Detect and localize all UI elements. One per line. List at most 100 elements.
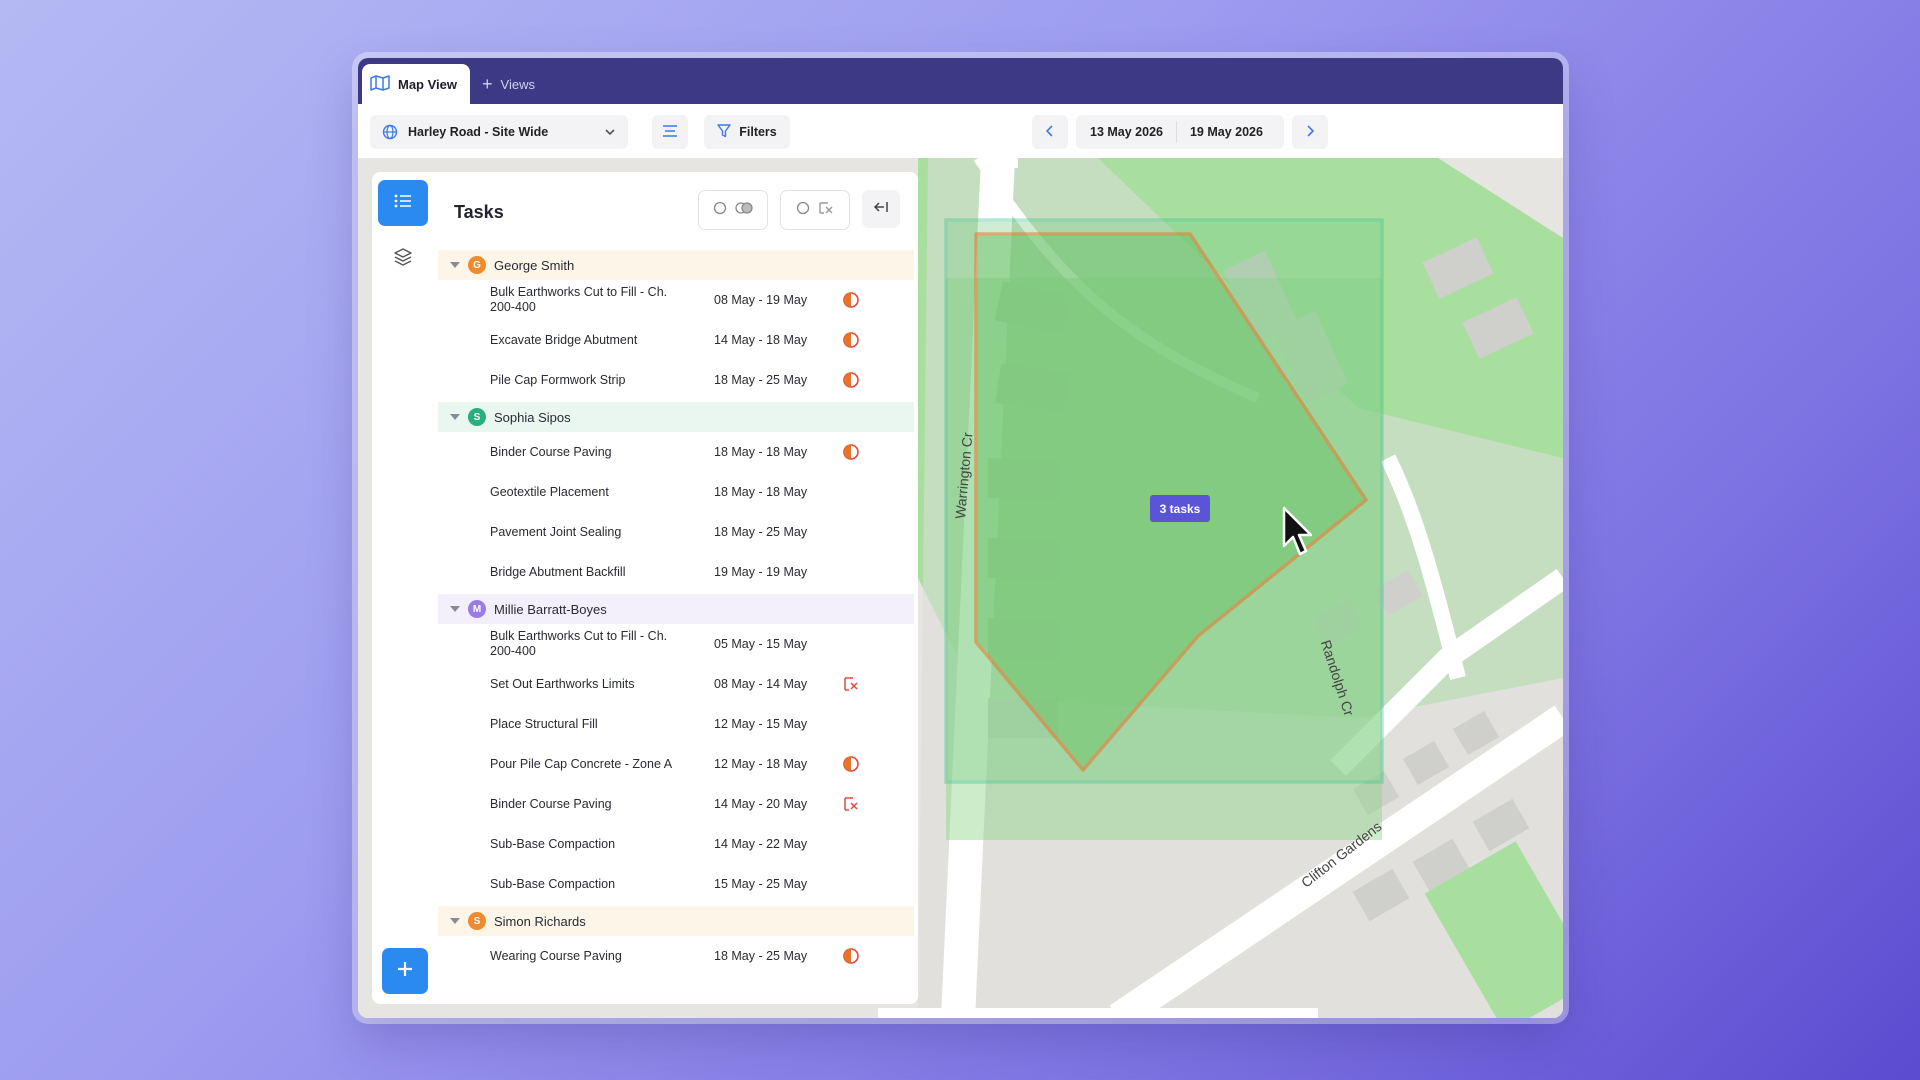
task-row[interactable]: Bulk Earthworks Cut to Fill - Ch. 200-40… <box>438 282 914 318</box>
avatar: G <box>468 256 486 274</box>
task-name: Pile Cap Formwork Strip <box>490 372 626 387</box>
tasks-list-button[interactable] <box>378 180 428 226</box>
globe-icon <box>382 124 398 140</box>
task-dates: 05 May - 15 May <box>714 637 808 651</box>
group-header-sophia-sipos[interactable]: S Sophia Sipos <box>438 402 914 432</box>
panel-title: Tasks <box>454 202 504 222</box>
task-dates: 19 May - 19 May <box>714 565 808 579</box>
task-name: Geotextile Placement <box>490 484 609 499</box>
tab-views[interactable]: + Views <box>482 64 535 104</box>
task-row[interactable]: Place Structural Fill 12 May - 15 May <box>438 706 914 742</box>
task-row[interactable]: Geotextile Placement 18 May - 18 May <box>438 474 914 510</box>
avatar: M <box>468 600 486 618</box>
caret-down-icon <box>450 918 460 924</box>
group-name: Sophia Sipos <box>494 409 571 425</box>
task-dates: 18 May - 18 May <box>714 485 808 499</box>
task-dates: 18 May - 25 May <box>714 525 808 539</box>
task-dates: 18 May - 18 May <box>714 445 808 459</box>
tab-label: Map View <box>398 76 458 92</box>
tab-label: Views <box>500 76 535 92</box>
task-dates: 14 May - 18 May <box>714 333 808 347</box>
filter-icon <box>717 123 731 141</box>
filters-button[interactable]: Filters <box>704 115 790 149</box>
previous-date-button[interactable] <box>1032 115 1068 149</box>
task-row[interactable]: Pavement Joint Sealing 18 May - 25 May <box>438 514 914 550</box>
caret-down-icon <box>450 262 460 268</box>
group-name: George Smith <box>494 257 575 273</box>
menu-button[interactable] <box>652 115 688 149</box>
task-name: Wearing Course Paving <box>490 948 622 963</box>
collapse-panel-button[interactable] <box>862 190 900 228</box>
tab-bar: Map View + Views <box>358 58 1563 104</box>
group-name: Millie Barratt-Boyes <box>494 601 607 617</box>
task-dates: 12 May - 18 May <box>714 757 808 771</box>
conflict-icon <box>843 332 859 348</box>
task-dates: 08 May - 19 May <box>714 293 808 307</box>
no-location-icon <box>844 677 858 691</box>
task-name: Bridge Abutment Backfill <box>490 564 626 579</box>
task-dates: 15 May - 25 May <box>714 877 808 891</box>
group-name: Simon Richards <box>494 913 586 929</box>
radio-icon <box>796 201 810 220</box>
task-row[interactable]: Bridge Abutment Backfill 19 May - 19 May <box>438 554 914 590</box>
task-dates: 14 May - 20 May <box>714 797 808 811</box>
task-name: Sub-Base Compaction <box>490 836 616 851</box>
map-icon <box>370 74 390 94</box>
task-dates: 14 May - 22 May <box>714 837 808 851</box>
site-selector-label: Harley Road - Site Wide <box>408 125 549 139</box>
filters-label: Filters <box>739 125 777 139</box>
caret-down-icon <box>450 414 460 420</box>
group-header-simon-richards[interactable]: S Simon Richards <box>438 906 914 936</box>
visibility-toggle[interactable] <box>698 190 768 230</box>
task-name: Set Out Earthworks Limits <box>490 676 635 691</box>
task-row[interactable]: Pile Cap Formwork Strip 18 May - 25 May <box>438 362 914 398</box>
task-name: Sub-Base Compaction <box>490 876 616 891</box>
caret-down-icon <box>450 606 460 612</box>
plus-icon: + <box>482 74 493 94</box>
task-row[interactable]: Pour Pile Cap Concrete - Zone A 12 May -… <box>438 746 914 782</box>
site-selector[interactable]: Harley Road - Site Wide <box>370 115 628 149</box>
task-row[interactable]: Binder Course Paving 18 May - 18 May <box>438 434 914 470</box>
task-row[interactable]: Sub-Base Compaction 15 May - 25 May <box>438 866 914 902</box>
task-row[interactable]: Bulk Earthworks Cut to Fill - Ch. 200-40… <box>438 626 914 662</box>
task-row[interactable]: Wearing Course Paving 18 May - 25 May <box>438 938 914 974</box>
task-dates: 18 May - 25 May <box>714 949 808 963</box>
task-dates: 08 May - 14 May <box>714 677 808 691</box>
conflict-icon <box>843 292 859 308</box>
task-count-label: 3 tasks <box>1159 501 1201 516</box>
task-row[interactable]: Set Out Earthworks Limits 08 May - 14 Ma… <box>438 666 914 702</box>
task-name: Place Structural Fill <box>490 716 598 731</box>
conflict-icon <box>843 948 859 964</box>
date-range[interactable]: 13 May 2026 19 May 2026 <box>1076 115 1284 149</box>
task-name: Binder Course Paving <box>490 796 612 811</box>
task-dates: 12 May - 15 May <box>714 717 808 731</box>
tasks-panel: Tasks G George Smith Bulk Earthworks Cut… <box>434 172 918 1004</box>
menu-icon <box>662 124 678 140</box>
layers-button[interactable] <box>378 236 428 282</box>
chevron-down-icon <box>604 126 616 141</box>
task-name: Binder Course Paving <box>490 444 612 459</box>
task-row[interactable]: Sub-Base Compaction 14 May - 22 May <box>438 826 914 862</box>
task-row[interactable]: Binder Course Paving 14 May - 20 May <box>438 786 914 822</box>
task-name: Pour Pile Cap Concrete - Zone A <box>490 756 673 771</box>
tab-map-view[interactable]: Map View <box>362 64 470 104</box>
task-name: Pavement Joint Sealing <box>490 524 622 539</box>
conflict-icon <box>843 372 859 388</box>
task-row[interactable]: Excavate Bridge Abutment 14 May - 18 May <box>438 322 914 358</box>
radio-icon <box>713 201 727 220</box>
location-filter-toggle[interactable] <box>780 190 850 230</box>
next-date-button[interactable] <box>1292 115 1328 149</box>
task-name: Bulk Earthworks Cut to Fill - Ch. 200-40… <box>490 285 668 314</box>
date-divider <box>1175 121 1177 143</box>
list-icon <box>393 193 413 214</box>
add-task-button[interactable] <box>382 948 428 994</box>
no-location-icon <box>818 200 834 221</box>
chevron-right-icon <box>1305 124 1315 140</box>
group-header-george-smith[interactable]: G George Smith <box>438 250 914 280</box>
collapse-left-icon <box>873 200 889 218</box>
task-count-badge[interactable]: 3 tasks <box>1150 495 1210 522</box>
group-header-millie-barratt-boyes[interactable]: M Millie Barratt-Boyes <box>438 594 914 624</box>
conflict-icon <box>843 444 859 460</box>
overlap-icon <box>735 201 753 220</box>
date-start: 13 May 2026 <box>1090 125 1163 139</box>
